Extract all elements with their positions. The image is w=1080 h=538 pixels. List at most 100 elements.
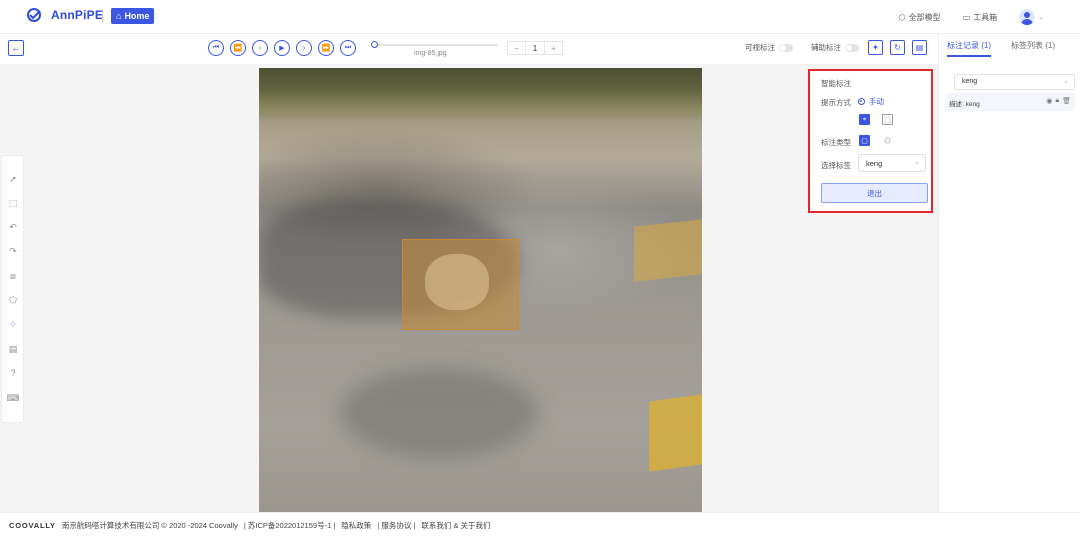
save-icon: ▤ bbox=[915, 43, 924, 52]
tab-label-list[interactable]: 标签列表 (1) bbox=[1011, 40, 1055, 57]
slider-handle[interactable] bbox=[371, 41, 378, 48]
fast-back-button[interactable]: ⏪ bbox=[230, 40, 246, 56]
select-label-label: 选择标签 bbox=[821, 161, 851, 170]
rectangle-icon: ▢ bbox=[861, 137, 868, 145]
arrow-left-icon: ← bbox=[11, 42, 21, 54]
footer-company: 南京航码嗒计算技术有限公司 © 2020 -2024 Coovally bbox=[61, 521, 238, 530]
select-region-icon[interactable]: ⬚ bbox=[7, 197, 19, 209]
cursor-icon[interactable]: ➚ bbox=[7, 173, 19, 185]
rewind-icon: ⏪ bbox=[233, 45, 243, 52]
top-bar: AnnPiPE ⌂ Home ⬡ 全部模型 ▭ 工具箱 ⌄ bbox=[0, 0, 1080, 34]
back-button[interactable]: ← bbox=[8, 40, 24, 56]
tab-annotation-records[interactable]: 标注记录 (1) bbox=[947, 40, 991, 57]
shadow bbox=[339, 368, 539, 458]
image-filename: img-85.jpg bbox=[414, 50, 447, 57]
lock-icon[interactable]: 🔒︎ bbox=[1055, 97, 1059, 105]
slider-track bbox=[372, 44, 498, 46]
all-models-link[interactable]: ⬡ 全部模型 bbox=[899, 12, 941, 23]
pothole-bounding-box[interactable] bbox=[402, 239, 519, 330]
point-cursor-icon: ⌖ bbox=[862, 115, 867, 123]
record-description: 描述: keng bbox=[949, 101, 980, 108]
assist-annotation-label: 辅助标注 bbox=[811, 43, 841, 52]
home-icon: ⌂ bbox=[116, 11, 122, 21]
user-menu[interactable]: ⌄ bbox=[1019, 9, 1044, 25]
footer-icp[interactable]: | 苏ICP备2022012159号-1 | bbox=[244, 520, 335, 531]
fast-forward-icon: ⏩ bbox=[321, 45, 331, 52]
footer-privacy-link[interactable]: 隐私政策 bbox=[341, 520, 371, 531]
box-cursor-icon: ⬚ bbox=[884, 116, 891, 124]
label-filter-value: keng bbox=[962, 78, 978, 85]
help-icon[interactable]: ? bbox=[7, 367, 19, 379]
trash-icon[interactable]: 🗑︎ bbox=[1062, 97, 1071, 105]
smart-annotation-panel: 智能标注 提示方式 手动 ⌖ ⬚ 标注类型 ▢ ⬠ 选择标签 keng ⌄ 退出 bbox=[808, 69, 933, 213]
point-prompt-button[interactable]: ⌖ bbox=[859, 114, 870, 125]
assist-annotation-toggle[interactable] bbox=[845, 43, 859, 52]
cube-icon: ⬡ bbox=[898, 12, 906, 22]
chevron-right-icon: › bbox=[302, 44, 306, 52]
annotation-toolbar: ← ⏮ ⏪ ‹ ▶ › ⏩ ⏭ img-85.jpg − 1 + 可视标注 辅助… bbox=[0, 36, 938, 62]
app-logo[interactable]: AnnPiPE bbox=[27, 8, 103, 22]
smart-tool-icon[interactable]: ⁘ bbox=[7, 318, 19, 330]
footer: COOVALLY 南京航码嗒计算技术有限公司 © 2020 -2024 Coov… bbox=[0, 512, 1080, 538]
prompt-mode-manual-radio[interactable]: 手动 bbox=[858, 96, 884, 107]
logo-icon bbox=[27, 8, 41, 22]
divider bbox=[102, 9, 103, 23]
footer-contact-link[interactable]: 联系我们 & 关于我们 bbox=[421, 520, 490, 531]
page-stepper[interactable]: − 1 + bbox=[507, 41, 563, 55]
refresh-button[interactable]: ↻ bbox=[890, 40, 905, 55]
polygon-icon: ⬠ bbox=[884, 137, 891, 145]
chevron-down-icon: ⌄ bbox=[1063, 78, 1069, 85]
radio-dot-icon bbox=[858, 98, 865, 105]
play-icon: ▶ bbox=[279, 45, 285, 52]
smart-annotate-button[interactable]: ✦ bbox=[868, 40, 883, 55]
road-marking bbox=[649, 394, 702, 472]
grass-region bbox=[259, 68, 702, 120]
toolbox-link[interactable]: ▭ 工具箱 bbox=[963, 12, 998, 23]
polygon-type-button[interactable]: ⬠ bbox=[882, 135, 893, 146]
chevron-left-icon: ‹ bbox=[258, 44, 262, 52]
home-button[interactable]: ⌂ Home bbox=[111, 8, 155, 24]
redo-icon[interactable]: ↷ bbox=[7, 245, 19, 257]
prompt-mode-label: 提示方式 bbox=[821, 98, 851, 107]
undo-icon[interactable]: ↶ bbox=[7, 221, 19, 233]
document-icon[interactable]: ▤ bbox=[7, 343, 19, 355]
refresh-icon: ↻ bbox=[894, 43, 901, 52]
play-button[interactable]: ▶ bbox=[274, 40, 290, 56]
skip-last-icon: ⏭ bbox=[344, 44, 352, 51]
footer-terms-link[interactable]: | 服务协议 | bbox=[377, 520, 415, 531]
last-image-button[interactable]: ⏭ bbox=[340, 40, 356, 56]
prompt-mode-value: 手动 bbox=[869, 97, 884, 106]
box-prompt-button[interactable]: ⬚ bbox=[882, 114, 893, 125]
visible-annotation-label: 可视标注 bbox=[745, 43, 775, 52]
chevron-down-icon: ⌄ bbox=[1038, 14, 1044, 21]
first-image-button[interactable]: ⏮ bbox=[208, 40, 224, 56]
polygon-tool-icon[interactable]: ⬠ bbox=[7, 294, 19, 306]
page-input[interactable]: 1 bbox=[525, 42, 545, 54]
prev-image-button[interactable]: ‹ bbox=[252, 40, 268, 56]
toolbox-icon: ▭ bbox=[962, 12, 971, 22]
keyboard-icon[interactable]: ⌨ bbox=[7, 392, 20, 404]
next-image-button[interactable]: › bbox=[296, 40, 312, 56]
fast-forward-button[interactable]: ⏩ bbox=[318, 40, 334, 56]
label-filter-select[interactable]: keng ⌄ bbox=[954, 74, 1075, 90]
avatar bbox=[1019, 9, 1036, 25]
left-tool-palette: ➚ ⬚ ↶ ↷ ⧈ ⬠ ⁘ ▤ ? ⌨ bbox=[1, 155, 24, 423]
toolbox-label: 工具箱 bbox=[973, 12, 998, 22]
footer-brand: COOVALLY bbox=[9, 521, 56, 530]
skip-first-icon: ⏮ bbox=[212, 44, 220, 51]
rectangle-tool-icon[interactable]: ⧈ bbox=[7, 270, 19, 282]
rectangle-type-button[interactable]: ▢ bbox=[859, 135, 870, 146]
image-progress-slider[interactable] bbox=[371, 41, 498, 48]
visible-annotation-toggle[interactable] bbox=[779, 43, 793, 52]
decrement-button[interactable]: − bbox=[508, 42, 525, 54]
home-label: Home bbox=[124, 11, 150, 21]
right-sidebar: 标注记录 (1) 标签列表 (1) keng ⌄ 描述: keng ◉ 🔒︎ 🗑… bbox=[938, 34, 1080, 512]
annotation-record-item[interactable]: 描述: keng ◉ 🔒︎ 🗑︎ bbox=[945, 93, 1075, 111]
label-select[interactable]: keng ⌄ bbox=[858, 154, 926, 172]
exit-button[interactable]: 退出 bbox=[821, 183, 928, 203]
label-select-value: keng bbox=[866, 159, 883, 168]
save-button[interactable]: ▤ bbox=[912, 40, 927, 55]
road-marking bbox=[634, 219, 702, 282]
eye-icon[interactable]: ◉ bbox=[1046, 97, 1052, 105]
increment-button[interactable]: + bbox=[545, 42, 562, 54]
